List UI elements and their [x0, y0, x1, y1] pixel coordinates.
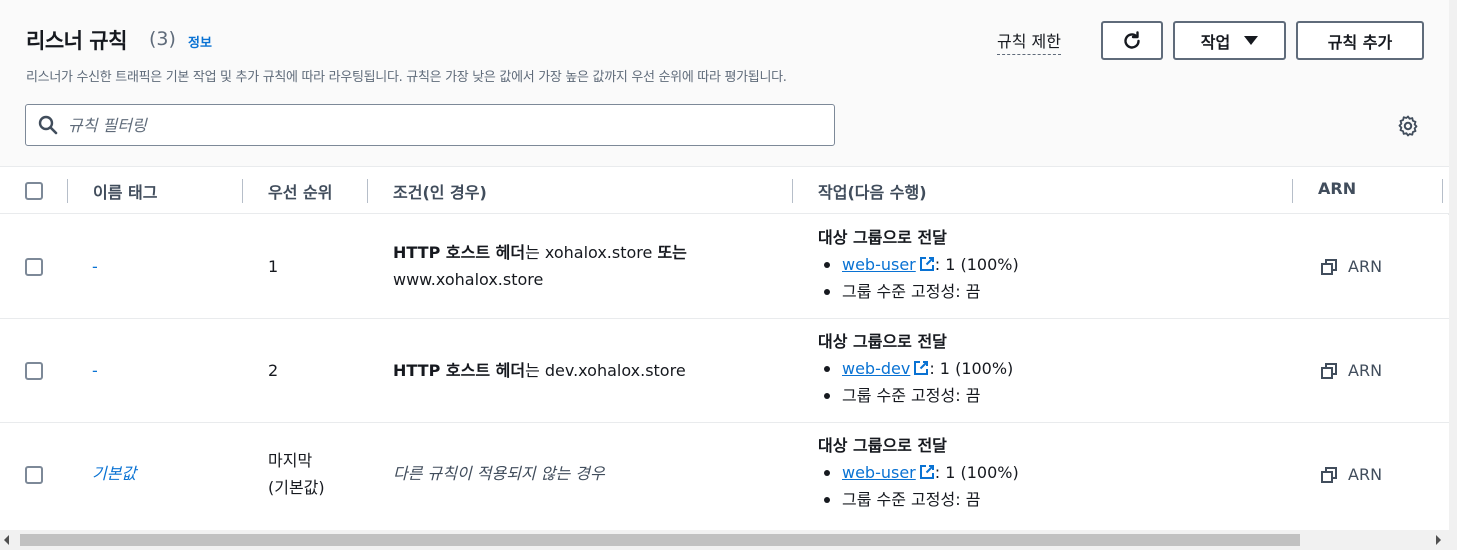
stickiness-item: 그룹 수준 고정성: 끔 — [818, 278, 1019, 305]
condition-type: HTTP 호스트 헤더 — [393, 243, 526, 262]
condition-text: HTTP 호스트 헤더는 dev.xohalox.store — [393, 357, 783, 384]
scroll-right-arrow-icon[interactable] — [1436, 535, 1441, 545]
target-weight: : 1 (100%) — [934, 463, 1019, 482]
column-divider[interactable] — [792, 179, 793, 203]
column-name-tag[interactable]: 이름 태그 — [93, 179, 157, 203]
select-all-checkbox[interactable] — [25, 182, 43, 200]
name-tag[interactable]: - — [92, 357, 98, 384]
copy-icon — [1321, 258, 1337, 275]
target-group-item: web-dev : 1 (100%) — [818, 355, 1013, 382]
column-divider[interactable] — [367, 179, 368, 203]
condition-value: 는 dev.xohalox.store — [525, 361, 686, 380]
condition-or: 또는 — [657, 243, 687, 262]
external-link-icon[interactable] — [919, 256, 935, 272]
arn-label: ARN — [1348, 361, 1383, 380]
column-divider[interactable] — [1292, 179, 1293, 203]
rule-filter — [25, 104, 835, 146]
condition-value: 는 xohalox.store — [525, 243, 658, 262]
column-arn[interactable]: ARN — [1318, 179, 1356, 198]
target-group-link[interactable]: web-dev — [842, 359, 910, 378]
table-row: - 2 HTTP 호스트 헤더는 dev.xohalox.store 대상 그룹… — [0, 319, 1449, 423]
action-title: 대상 그룹으로 전달 — [818, 436, 947, 455]
copy-arn-button[interactable]: ARN — [1320, 257, 1382, 276]
table-row: 기본값 마지막 (기본값) 다른 규칙이 적용되지 않는 경우 대상 그룹으로 … — [0, 423, 1449, 530]
gear-icon[interactable] — [1396, 114, 1420, 138]
info-link[interactable]: 정보 — [188, 32, 212, 51]
stickiness-item: 그룹 수준 고정성: 끔 — [818, 382, 1013, 409]
target-group-link[interactable]: web-user — [842, 463, 916, 482]
refresh-icon — [1124, 30, 1140, 49]
action-cell: 대상 그룹으로 전달 web-dev : 1 (100%) 그룹 수준 고정성: … — [818, 328, 1013, 409]
table-row: - 1 HTTP 호스트 헤더는 xohalox.store 또는 www.xo… — [0, 215, 1449, 319]
scrollbar-thumb[interactable] — [20, 534, 1300, 546]
column-divider[interactable] — [242, 179, 243, 203]
vertical-scrollbar[interactable] — [1449, 0, 1457, 550]
row-checkbox[interactable] — [25, 258, 43, 276]
action-cell: 대상 그룹으로 전달 web-user : 1 (100%) 그룹 수준 고정성:… — [818, 432, 1019, 513]
rule-filter-input[interactable] — [68, 115, 808, 135]
search-icon — [38, 115, 58, 135]
scroll-left-arrow-icon[interactable] — [4, 535, 9, 545]
stickiness-item: 그룹 수준 고정성: 끔 — [818, 486, 1019, 513]
action-cell: 대상 그룹으로 전달 web-user : 1 (100%) 그룹 수준 고정성:… — [818, 224, 1019, 305]
page-description: 리스너가 수신한 트래픽은 기본 작업 및 추가 규칙에 따라 라우팅됩니다. … — [26, 70, 787, 85]
condition-type: HTTP 호스트 헤더 — [393, 361, 526, 380]
condition-text: 다른 규칙이 적용되지 않는 경우 — [393, 464, 605, 483]
action-title: 대상 그룹으로 전달 — [818, 228, 947, 247]
refresh-button[interactable] — [1101, 21, 1163, 60]
column-divider — [67, 179, 68, 203]
target-group-item: web-user : 1 (100%) — [818, 251, 1019, 278]
copy-arn-button[interactable]: ARN — [1320, 361, 1382, 380]
arn-label: ARN — [1348, 257, 1383, 276]
row-checkbox[interactable] — [25, 466, 43, 484]
target-weight: : 1 (100%) — [934, 255, 1019, 274]
priority-line-1: 마지막 — [268, 451, 313, 470]
name-tag[interactable]: - — [92, 253, 98, 280]
panel-header: 리스너 규칙 (3) 정보 리스너가 수신한 트래픽은 기본 작업 및 추가 규… — [0, 0, 1449, 166]
listener-rules-panel: 리스너 규칙 (3) 정보 리스너가 수신한 트래픽은 기본 작업 및 추가 규… — [0, 0, 1449, 530]
external-link-icon[interactable] — [913, 360, 929, 376]
rule-count: (3) — [149, 28, 176, 50]
page-title: 리스너 규칙 — [26, 29, 127, 53]
column-action[interactable]: 작업(다음 수행) — [818, 179, 927, 203]
action-button-label: 작업 — [1200, 32, 1231, 52]
name-tag[interactable]: 기본값 — [92, 460, 136, 487]
copy-icon — [1321, 362, 1337, 379]
external-link-icon[interactable] — [919, 464, 935, 480]
add-rule-button[interactable]: 규칙 추가 — [1296, 21, 1424, 60]
copy-arn-button[interactable]: ARN — [1320, 465, 1382, 484]
target-group-link[interactable]: web-user — [842, 255, 916, 274]
table-header: 이름 태그 우선 순위 조건(인 경우) 작업(다음 수행) ARN — [0, 166, 1449, 214]
column-divider[interactable] — [1442, 179, 1443, 203]
arn-label: ARN — [1348, 465, 1383, 484]
copy-icon — [1321, 466, 1337, 483]
priority-value: 2 — [268, 361, 279, 380]
caret-down-icon — [1244, 36, 1259, 45]
rule-limit-link[interactable]: 규칙 제한 — [997, 28, 1061, 55]
condition-text: HTTP 호스트 헤더는 xohalox.store 또는 www.xohalo… — [393, 239, 783, 293]
target-weight: : 1 (100%) — [929, 359, 1014, 378]
action-dropdown-button[interactable]: 작업 — [1173, 21, 1286, 60]
priority-value: 마지막 (기본값) — [268, 447, 325, 501]
row-checkbox[interactable] — [25, 362, 43, 380]
target-group-item: web-user : 1 (100%) — [818, 459, 1019, 486]
action-title: 대상 그룹으로 전달 — [818, 332, 947, 351]
horizontal-scrollbar[interactable] — [0, 530, 1449, 550]
priority-line-2: (기본값) — [268, 478, 325, 497]
condition-value-2: www.xohalox.store — [393, 270, 544, 289]
priority-value: 1 — [268, 257, 279, 276]
column-priority[interactable]: 우선 순위 — [268, 179, 332, 203]
column-condition[interactable]: 조건(인 경우) — [393, 179, 487, 203]
